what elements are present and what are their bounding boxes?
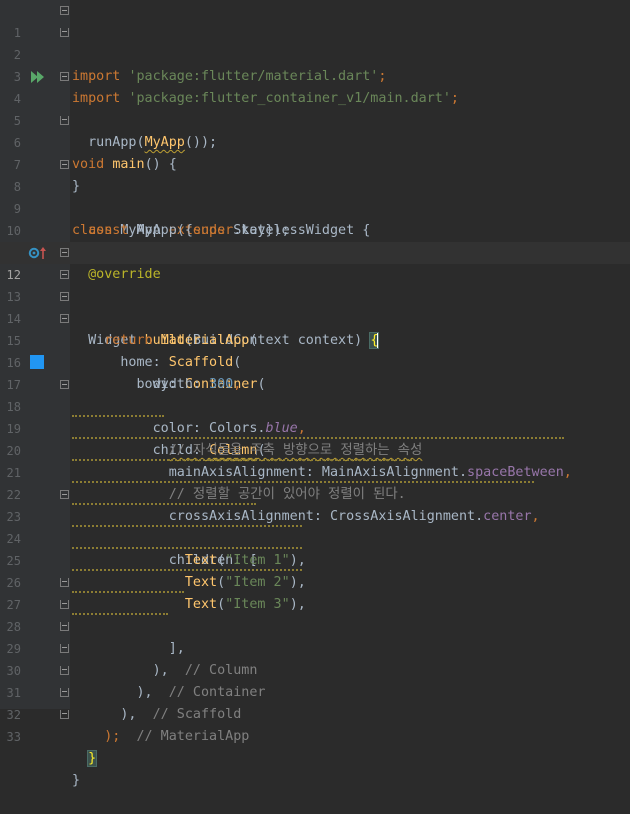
fold-toggle[interactable] [60, 116, 69, 125]
code-line[interactable]: 5 runApp(MyApp()); [0, 88, 630, 150]
code-line[interactable]: 18 child: Column( [0, 374, 630, 458]
code-editor[interactable]: 1 import 'package:flutter/material.dart'… [0, 0, 630, 788]
code-line[interactable]: 27 ], [0, 572, 630, 656]
fold-toggle[interactable] [60, 160, 69, 169]
code-line[interactable]: 7 [0, 132, 630, 172]
code-line[interactable]: 11 @override [0, 220, 630, 282]
code-line[interactable]: 17 color: Colors.blue, [0, 352, 630, 436]
code-line[interactable]: 23 children: [ [0, 484, 630, 568]
code-line[interactable]: 20 mainAxisAlignment: MainAxisAlignment.… [0, 418, 630, 480]
fold-toggle[interactable] [60, 578, 69, 587]
code-line[interactable]: 24 Text("Item 1"), [0, 506, 630, 568]
fold-toggle[interactable] [60, 6, 69, 15]
code-text: } [72, 748, 98, 770]
warning-underline [72, 435, 564, 439]
fold-toggle[interactable] [60, 28, 69, 37]
warning-underline [72, 501, 256, 505]
code-line[interactable]: 30 ), // Scaffold [0, 638, 630, 722]
code-line[interactable]: 15 body: Container( [0, 308, 630, 392]
code-line[interactable]: 14 home: Scaffold( [0, 286, 630, 370]
code-line[interactable]: 28 ), // Column [0, 594, 630, 678]
line-number: 33 [6, 730, 21, 744]
code-line[interactable]: 3 [0, 44, 630, 84]
code-line[interactable]: 22 crossAxisAlignment: CrossAxisAlignmen… [0, 462, 630, 524]
code-line[interactable]: 10 [0, 198, 630, 238]
code-line[interactable]: 6 } [0, 110, 630, 194]
fold-toggle[interactable] [60, 644, 69, 653]
code-line[interactable]: 9 const MyApp({super.key}); [0, 176, 630, 238]
fold-toggle[interactable] [60, 380, 69, 389]
warning-underline [72, 523, 302, 527]
fold-toggle[interactable] [60, 688, 69, 697]
color-swatch-icon[interactable] [30, 355, 44, 369]
code-line[interactable]: 19 // 자식들을 주축 방향으로 정렬하는 속성 [0, 396, 630, 458]
code-line[interactable]: 31 ); // MaterialApp [0, 660, 630, 744]
run-main-icon[interactable] [31, 71, 47, 83]
code-line[interactable]: 4 void main() { [0, 66, 630, 172]
fold-toggle[interactable] [60, 490, 69, 499]
code-line[interactable]: 13 return MaterialApp( [0, 264, 630, 348]
code-text: } [72, 773, 81, 788]
fold-toggle[interactable] [60, 666, 69, 675]
fold-toggle[interactable] [60, 270, 69, 279]
warning-underline [72, 457, 412, 461]
code-text: ); // MaterialApp [104, 729, 250, 744]
code-line[interactable]: 21 // 정렬할 공간이 있어야 정렬이 된다. [0, 440, 630, 502]
fold-toggle[interactable] [60, 710, 69, 719]
code-line[interactable]: 33 } [0, 704, 630, 788]
fold-toggle[interactable] [60, 314, 69, 323]
code-line[interactable]: 29 ), // Container [0, 616, 630, 700]
code-line-current[interactable]: 12 Widget build(BuildContext context) { [0, 242, 630, 349]
fold-toggle[interactable] [60, 600, 69, 609]
code-line[interactable]: 1 import 'package:flutter/material.dart'… [0, 0, 630, 84]
warning-underline [72, 479, 534, 483]
warning-underline [72, 545, 302, 549]
warning-underline [72, 589, 184, 593]
code-line[interactable]: 26 Text("Item 3"), [0, 550, 630, 612]
override-method-icon[interactable] [28, 246, 48, 260]
fold-toggle[interactable] [60, 622, 69, 631]
code-line[interactable]: 25 Text("Item 2"), [0, 528, 630, 590]
warning-underline [72, 611, 168, 615]
code-line[interactable]: 32 } [0, 682, 630, 767]
fold-toggle[interactable] [60, 72, 69, 81]
warning-underline [72, 413, 164, 417]
code-line[interactable]: 2 import 'package:flutter_container_v1/m… [0, 22, 630, 106]
fold-toggle[interactable] [60, 292, 69, 301]
code-line[interactable]: 8 class MyApp extends StatelessWidget { [0, 154, 630, 238]
code-line[interactable]: 16 width: 300, [0, 330, 630, 392]
fold-toggle[interactable] [60, 248, 69, 257]
matched-brace: } [87, 750, 98, 767]
warning-underline [72, 567, 302, 571]
